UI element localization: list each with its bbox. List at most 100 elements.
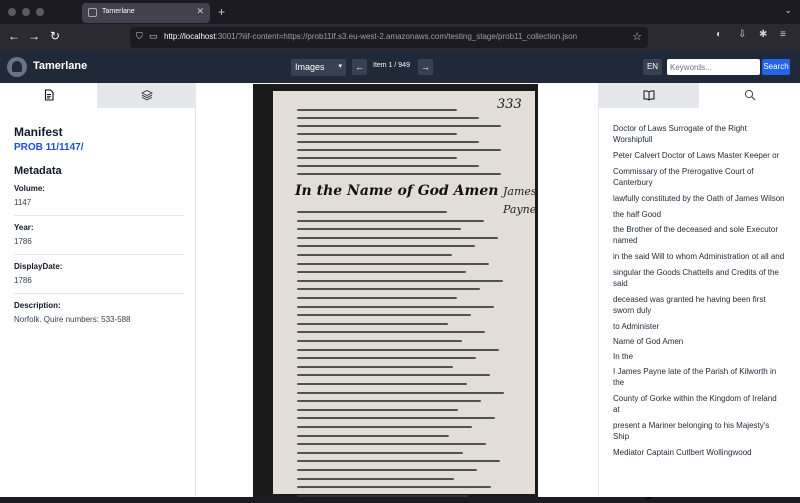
manifest-heading: Manifest <box>14 125 63 139</box>
tab-structure[interactable] <box>97 83 196 108</box>
handwriting-stroke <box>297 340 462 342</box>
window-minimize-dot[interactable] <box>22 8 30 16</box>
tab-list-chevron-icon[interactable]: ⌄ <box>784 5 792 16</box>
handwriting-stroke <box>297 271 466 274</box>
handwriting-stroke <box>297 133 457 135</box>
annotation-item[interactable]: the Brother of the deceased and sole Exe… <box>613 224 785 246</box>
reload-button[interactable]: ↻ <box>50 29 60 43</box>
field-value: 1786 <box>14 237 32 246</box>
handwriting-stroke <box>297 426 472 428</box>
annotation-item[interactable]: I James Payne late of the Parish of Kilw… <box>613 366 785 388</box>
forward-button[interactable]: → <box>28 29 40 43</box>
annotation-item[interactable]: to Administer <box>613 321 785 332</box>
annotation-item[interactable]: Name of God Amen <box>613 336 785 347</box>
metadata-field: Year: 1786 <box>14 216 184 255</box>
metadata-panel: Manifest PROB 11/1147/ Metadata Volume: … <box>0 83 196 497</box>
field-value: Norfolk. Quire numbers: 533-588 <box>14 315 131 324</box>
menu-icon[interactable]: ≡ <box>780 29 786 40</box>
annotation-item[interactable]: in the said Will to whom Administration … <box>613 251 785 262</box>
search-button[interactable]: Search <box>762 59 790 75</box>
handwriting-stroke <box>297 348 499 351</box>
field-label: Description: <box>14 301 61 310</box>
window-close-dot[interactable] <box>8 8 16 16</box>
pocket-icon[interactable]: ◐ <box>716 29 722 40</box>
metadata-field: Description: Norfolk. Quire numbers: 533… <box>14 294 184 332</box>
handwriting-stroke <box>297 165 479 167</box>
annotation-item[interactable]: Doctor of Laws Surrogate of the Right Wo… <box>613 123 785 145</box>
annotation-item[interactable]: Commissary of the Prerogative Court of C… <box>613 166 785 188</box>
logo-visor <box>12 61 22 72</box>
bookmark-star-icon[interactable]: ☆ <box>632 30 642 43</box>
metadata-heading: Metadata <box>14 165 62 177</box>
tab-metadata[interactable] <box>0 83 97 108</box>
annotation-item[interactable]: deceased was granted he having been firs… <box>613 294 785 316</box>
handwriting-stroke <box>297 173 501 175</box>
tab-title: Tamerlane <box>102 8 135 15</box>
annotation-item[interactable]: In the <box>613 351 785 362</box>
language-button[interactable]: EN <box>643 59 662 75</box>
shield-icon[interactable]: ⛉ <box>136 31 143 42</box>
handwriting-stroke <box>297 117 479 119</box>
handwriting-stroke <box>297 288 480 291</box>
handwriting-stroke <box>297 494 468 497</box>
tab-close-icon[interactable]: ✕ <box>196 6 204 17</box>
handwriting-stroke <box>297 245 475 248</box>
metadata-field: Volume: 1147 <box>14 177 184 216</box>
handwriting-stroke <box>297 357 476 360</box>
window-zoom-dot[interactable] <box>36 8 44 16</box>
handwriting-stroke <box>297 211 447 213</box>
downloads-icon[interactable]: ⇩ <box>738 29 746 40</box>
field-label: Year: <box>14 223 34 232</box>
handwriting-stroke <box>297 297 457 299</box>
annotation-item[interactable]: present a Mariner belonging to his Majes… <box>613 420 785 442</box>
handwriting-stroke <box>297 322 448 325</box>
handwriting-stroke <box>297 434 449 437</box>
annotation-item[interactable]: County of Gorke within the Kingdom of Ir… <box>613 393 785 415</box>
item-counter: Item 1 / 949 <box>373 62 410 69</box>
url-host: http://localhost <box>164 32 216 41</box>
handwriting-stroke <box>297 314 471 317</box>
page-info-icon[interactable]: ▭ <box>149 31 158 42</box>
app-brand: Tamerlane <box>33 60 88 72</box>
previous-item-button[interactable]: ← <box>352 59 367 75</box>
handwriting-stroke <box>297 400 481 403</box>
url-text: http://localhost:3001/?iiif-content=http… <box>164 32 577 41</box>
manuscript-heading: In the Name of God Amen <box>295 183 499 199</box>
manifest-label-link[interactable]: PROB 11/1147/ <box>14 142 184 153</box>
image-viewer[interactable]: 333 In the Name of God Amen James Payne … <box>197 83 653 503</box>
manuscript-page-image[interactable]: 333 In the Name of God Amen James Payne <box>253 84 538 497</box>
manuscript-paper: 333 In the Name of God Amen James Payne <box>273 91 537 497</box>
annotation-item[interactable]: Peter Calvert Doctor of Laws Master Keep… <box>613 150 785 161</box>
tab-strip: Tamerlane ✕ + ⌄ <box>0 0 800 24</box>
handwriting-stroke <box>297 477 454 480</box>
handwriting-stroke <box>297 236 498 239</box>
handwriting-stroke <box>297 365 453 368</box>
folio-number: 333 <box>497 97 522 112</box>
view-mode-select[interactable]: Images ▾ <box>291 59 346 76</box>
field-value: 1147 <box>14 198 32 207</box>
annotation-item[interactable]: Mediator Captain Cutlbert Wollingwood <box>613 447 785 458</box>
handwriting-stroke <box>297 391 504 394</box>
annotation-item[interactable]: singular the Goods Chattells and Credits… <box>613 267 785 289</box>
annotation-item[interactable]: the half Good <box>613 209 785 220</box>
handwriting-stroke <box>297 141 479 143</box>
handwriting-stroke <box>297 451 463 454</box>
annotation-item[interactable]: lawfully constituted by the Oath of Jame… <box>613 193 785 204</box>
url-bar[interactable]: ⛉ ▭ http://localhost:3001/?iiif-content=… <box>130 27 648 48</box>
layers-icon <box>140 89 153 101</box>
handwriting-stroke <box>297 383 467 385</box>
tab-search[interactable] <box>699 83 800 108</box>
handwriting-stroke <box>297 305 494 308</box>
extensions-icon[interactable]: ✱ <box>759 29 767 40</box>
next-item-button[interactable]: → <box>418 59 433 75</box>
new-tab-button[interactable]: + <box>218 5 225 19</box>
handwriting-stroke <box>297 408 458 411</box>
annotations-panel: Doctor of Laws Surrogate of the Right Wo… <box>598 83 800 497</box>
browser-tab[interactable]: Tamerlane ✕ <box>82 3 210 23</box>
tab-annotations[interactable] <box>599 83 699 108</box>
keyword-search-input[interactable] <box>667 59 760 75</box>
back-button[interactable]: ← <box>8 29 20 43</box>
handwriting-stroke <box>297 125 501 127</box>
handwriting-stroke <box>297 469 477 471</box>
field-label: Volume: <box>14 184 45 193</box>
